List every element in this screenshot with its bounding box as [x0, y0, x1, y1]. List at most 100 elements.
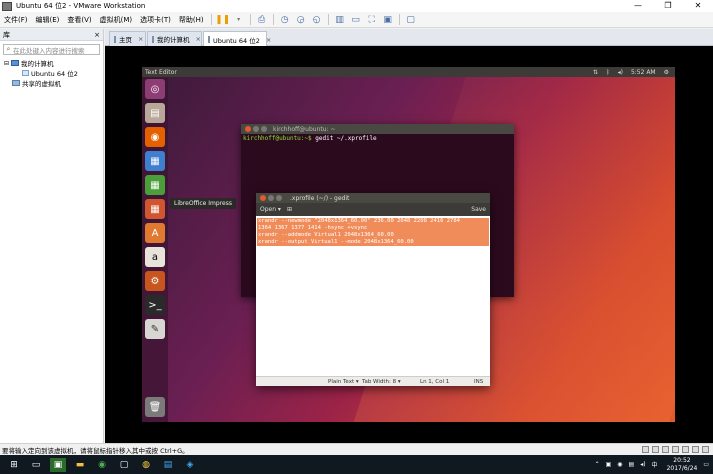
library-header: 库 ×: [0, 29, 103, 41]
menu-view[interactable]: 查看(V): [63, 15, 95, 25]
network-adapter-icon[interactable]: [662, 446, 669, 453]
search-input[interactable]: 在此处键入内容进行搜索: [13, 45, 85, 55]
snapshot-manager-icon[interactable]: ◵: [310, 14, 324, 26]
network-icon[interactable]: ▤: [629, 461, 635, 468]
maximize-icon[interactable]: [276, 195, 282, 201]
library-search[interactable]: ⌕ 在此处键入内容进行搜索: [3, 44, 100, 55]
gedit-text-area[interactable]: xrandr --newmode "2048x1364_60.00" 236.0…: [256, 216, 490, 373]
library-close-icon[interactable]: ×: [94, 31, 100, 39]
terminal-icon[interactable]: >_: [145, 295, 165, 315]
dropdown-icon[interactable]: ▾: [232, 14, 246, 26]
app-icon[interactable]: ◍: [138, 458, 154, 472]
menubar: 文件(F) 编辑(E) 查看(V) 虚拟机(M) 选项卡(T) 帮助(H) ❚❚…: [0, 12, 713, 28]
tray-app-icon[interactable]: ▣: [606, 461, 612, 468]
tab-close-icon[interactable]: ×: [138, 35, 143, 43]
start-icon[interactable]: ⊞: [6, 458, 22, 472]
system-tray: ⌃ ▣ ◉ ▤ ◂) 中 20:52 2017/6/24 ▭: [592, 455, 709, 474]
terminal-line: kirchhoff@ubuntu:~$ gedit ~/.xprofile: [241, 134, 514, 143]
save-button[interactable]: Save: [471, 206, 486, 213]
vmware-taskbar-icon[interactable]: ▢: [116, 458, 132, 472]
writer-icon[interactable]: ▦: [145, 151, 165, 171]
maximize-icon[interactable]: [261, 126, 267, 132]
tree-item-vm[interactable]: Ubuntu 64 位2: [0, 68, 103, 78]
tab-ubuntu[interactable]: Ubuntu 64 位2 ×: [203, 31, 271, 47]
bluetooth-icon[interactable]: ᛒ: [606, 69, 610, 76]
tab-my-computer[interactable]: 我的计算机 ×: [147, 31, 202, 46]
sound-card-icon[interactable]: [682, 446, 689, 453]
tree-item-shared[interactable]: 共享的虚拟机: [0, 78, 103, 88]
keyboard-indicator-icon[interactable]: ⇅: [593, 69, 598, 76]
topbar-clock[interactable]: 5:52 AM: [631, 69, 656, 76]
settings-gear-icon[interactable]: ⚙: [664, 69, 669, 76]
input-method-icon[interactable]: 中: [652, 460, 658, 469]
notification-icon[interactable]: ▭: [703, 461, 709, 468]
menu-file[interactable]: 文件(F): [0, 15, 32, 25]
software-center-icon[interactable]: A: [145, 223, 165, 243]
library-title: 库: [3, 30, 10, 39]
hard-disk-icon[interactable]: [642, 446, 649, 453]
impress-icon[interactable]: ▦: [145, 199, 165, 219]
vmware-app-icon: [2, 1, 12, 11]
collapse-icon[interactable]: ⊟: [4, 60, 11, 67]
display-icon[interactable]: [702, 446, 709, 453]
close-icon[interactable]: [245, 126, 251, 132]
maximize-button[interactable]: ❐: [653, 0, 683, 12]
minimize-icon[interactable]: [268, 195, 274, 201]
menu-tabs[interactable]: 选项卡(T): [136, 15, 175, 25]
trash-icon[interactable]: 🗑: [145, 397, 165, 417]
dash-icon[interactable]: ◎: [145, 79, 165, 99]
pause-icon[interactable]: ❚❚: [215, 14, 230, 26]
app-icon[interactable]: ▤: [160, 458, 176, 472]
volume-icon[interactable]: ◂): [640, 461, 645, 468]
revert-snapshot-icon[interactable]: ◶: [294, 14, 308, 26]
snapshot-icon[interactable]: ◷: [278, 14, 292, 26]
open-button[interactable]: Open ▾: [260, 206, 281, 213]
menu-help[interactable]: 帮助(H): [175, 15, 208, 25]
tray-expand-icon[interactable]: ⌃: [595, 461, 600, 468]
app-icon[interactable]: ◈: [182, 458, 198, 472]
firefox-icon[interactable]: ◉: [145, 127, 165, 147]
minimize-button[interactable]: —: [623, 0, 653, 12]
send-ctrl-alt-del-icon[interactable]: ⎙: [255, 14, 269, 26]
files-icon[interactable]: ▤: [145, 103, 165, 123]
new-document-icon[interactable]: ⊞: [287, 206, 292, 213]
tab-width-selector[interactable]: Tab Width: 8 ▾: [362, 379, 401, 385]
volume-icon[interactable]: ◂): [618, 69, 623, 76]
usb-icon[interactable]: [672, 446, 679, 453]
terminal-title: kirchhoff@ubuntu: ~: [273, 125, 336, 133]
fullscreen-icon[interactable]: ⛶: [365, 14, 379, 26]
tab-home[interactable]: 主页 ×: [109, 31, 146, 46]
console-view-icon[interactable]: ▢: [404, 14, 418, 26]
ubuntu-desktop[interactable]: Text Editor ⇅ ᛒ ◂) 5:52 AM ⚙ ◎ ▤ ◉ ▦ ▦ ▦…: [142, 67, 675, 422]
home-icon: [114, 35, 116, 43]
unity-icon[interactable]: ▣: [381, 14, 395, 26]
tab-close-icon[interactable]: ×: [196, 35, 201, 43]
tree-item-my-computer[interactable]: ⊟ 我的计算机: [0, 58, 103, 69]
code-line: xrandr --newmode "2048x1364_60.00" 236.0…: [257, 218, 489, 225]
printer-icon[interactable]: [692, 446, 699, 453]
chrome-icon[interactable]: ◉: [94, 458, 110, 472]
terminal-titlebar: kirchhoff@ubuntu: ~: [241, 124, 514, 134]
menu-vm[interactable]: 虚拟机(M): [96, 15, 137, 25]
minimize-icon[interactable]: [253, 126, 259, 132]
terminal-prompt: kirchhoff@ubuntu:~$: [243, 135, 312, 142]
show-library-icon[interactable]: ▥: [333, 14, 347, 26]
task-view-icon[interactable]: ▭: [28, 458, 44, 472]
amazon-icon[interactable]: a: [145, 247, 165, 267]
app-icon[interactable]: ▣: [50, 457, 66, 472]
menu-edit[interactable]: 编辑(E): [32, 15, 64, 25]
close-icon[interactable]: [260, 195, 266, 201]
tray-app-icon[interactable]: ◉: [617, 461, 622, 468]
tab-bar: 主页 × 我的计算机 × Ubuntu 64 位2 ×: [105, 29, 713, 47]
text-editor-icon[interactable]: ✎: [145, 319, 165, 339]
thumbnail-bar-icon[interactable]: ▭: [349, 14, 363, 26]
tab-close-icon[interactable]: ×: [266, 36, 271, 44]
cd-drive-icon[interactable]: [652, 446, 659, 453]
close-button[interactable]: ✕: [683, 0, 713, 12]
folder-icon[interactable]: ▬: [72, 458, 88, 472]
taskbar-clock[interactable]: 20:52 2017/6/24: [667, 457, 698, 473]
calc-icon[interactable]: ▦: [145, 175, 165, 195]
syntax-selector[interactable]: Plain Text ▾: [328, 379, 359, 385]
gedit-window[interactable]: .xprofile (~/) - gedit Open ▾ ⊞ Save xra…: [256, 193, 490, 386]
system-settings-icon[interactable]: ⚙: [145, 271, 165, 291]
